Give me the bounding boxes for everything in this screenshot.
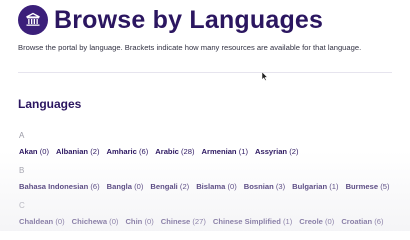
language-name: Assyrian — [254, 147, 288, 156]
language-count: (0) — [227, 182, 237, 191]
language-name: Bosnian — [243, 182, 274, 191]
language-name: Croatian — [341, 217, 373, 226]
language-name: Armenian — [201, 147, 237, 156]
language-name: Bislama — [196, 182, 226, 191]
language-link[interactable]: Chinese (27) — [161, 217, 206, 226]
language-link[interactable]: Bosnian (3) — [244, 182, 285, 191]
language-name: Chin — [125, 217, 143, 226]
language-link[interactable]: Bengali (2) — [150, 182, 189, 191]
language-name: Bulgarian — [292, 182, 328, 191]
language-row-b: Bahasa Indonesian (6) Bangla (0) Bengali… — [19, 182, 396, 191]
language-count: (28) — [181, 147, 195, 156]
language-link[interactable]: Bahasa Indonesian (6) — [19, 182, 100, 191]
mouse-cursor-icon — [261, 68, 268, 86]
language-count: (0) — [109, 217, 119, 226]
language-name: Bahasa Indonesian — [19, 182, 89, 191]
language-count: (1) — [329, 182, 339, 191]
language-link[interactable]: Akan (0) — [19, 147, 49, 156]
language-link[interactable]: Amharic (6) — [106, 147, 148, 156]
language-row-a: Akan (0) Albanian (2) Amharic (6) Arabic… — [19, 147, 305, 156]
languages-heading: Languages — [18, 97, 82, 111]
language-count: (5) — [380, 182, 390, 191]
language-name: Bangla — [106, 182, 132, 191]
language-name: Amharic — [106, 147, 137, 156]
divider — [18, 72, 392, 73]
language-link[interactable]: Chaldean (0) — [19, 217, 65, 226]
intro-text: Browse the portal by language. Brackets … — [18, 43, 362, 52]
language-link[interactable]: Croatian (6) — [341, 217, 383, 226]
language-name: Chinese Simplified — [212, 217, 281, 226]
group-letter-c: C — [19, 201, 25, 210]
language-link[interactable]: Bislama (0) — [196, 182, 237, 191]
language-count: (6) — [138, 147, 149, 156]
language-name: Chichewa — [71, 217, 108, 226]
language-name: Chaldean — [19, 217, 54, 226]
language-count: (1) — [238, 147, 248, 156]
page-header: Browse by Languages — [18, 5, 323, 35]
language-name: Albanian — [55, 147, 89, 156]
language-count: (6) — [374, 217, 384, 226]
language-count: (0) — [39, 147, 49, 156]
language-link[interactable]: Bangla (0) — [107, 182, 144, 191]
language-name: Burmese — [345, 182, 379, 191]
language-name: Chinese — [160, 217, 191, 226]
language-link[interactable]: Burmese (5) — [346, 182, 390, 191]
language-count: (3) — [275, 182, 286, 191]
group-letter-b: B — [19, 166, 25, 175]
language-count: (0) — [55, 217, 65, 226]
language-count: (1) — [282, 217, 293, 226]
language-row-c: Chaldean (0) Chichewa (0) Chin (0) Chine… — [19, 217, 391, 226]
language-count: (2) — [90, 147, 100, 156]
language-name: Akan — [19, 147, 38, 156]
language-link[interactable]: Albanian (2) — [56, 147, 99, 156]
language-link[interactable]: Assyrian (2) — [255, 147, 299, 156]
language-link[interactable]: Creole (0) — [299, 217, 334, 226]
language-count: (6) — [90, 182, 100, 191]
language-name: Arabic — [155, 147, 179, 156]
language-link[interactable]: Chichewa (0) — [72, 217, 119, 226]
language-count: (27) — [192, 217, 206, 226]
language-link[interactable]: Bulgarian (1) — [292, 182, 338, 191]
language-count: (0) — [325, 217, 335, 226]
language-link[interactable]: Chinese Simplified (1) — [213, 217, 292, 226]
language-link[interactable]: Arabic (28) — [155, 147, 194, 156]
language-link[interactable]: Chin (0) — [125, 217, 153, 226]
page-title: Browse by Languages — [54, 5, 324, 34]
language-name: Creole — [299, 217, 323, 226]
building-icon — [18, 5, 48, 35]
language-count: (0) — [134, 182, 144, 191]
language-link[interactable]: Armenian (1) — [202, 147, 248, 156]
language-count: (2) — [289, 147, 299, 156]
language-name: Bengali — [150, 182, 178, 191]
group-letter-a: A — [19, 131, 25, 140]
language-count: (2) — [179, 182, 190, 191]
language-count: (0) — [144, 217, 154, 226]
